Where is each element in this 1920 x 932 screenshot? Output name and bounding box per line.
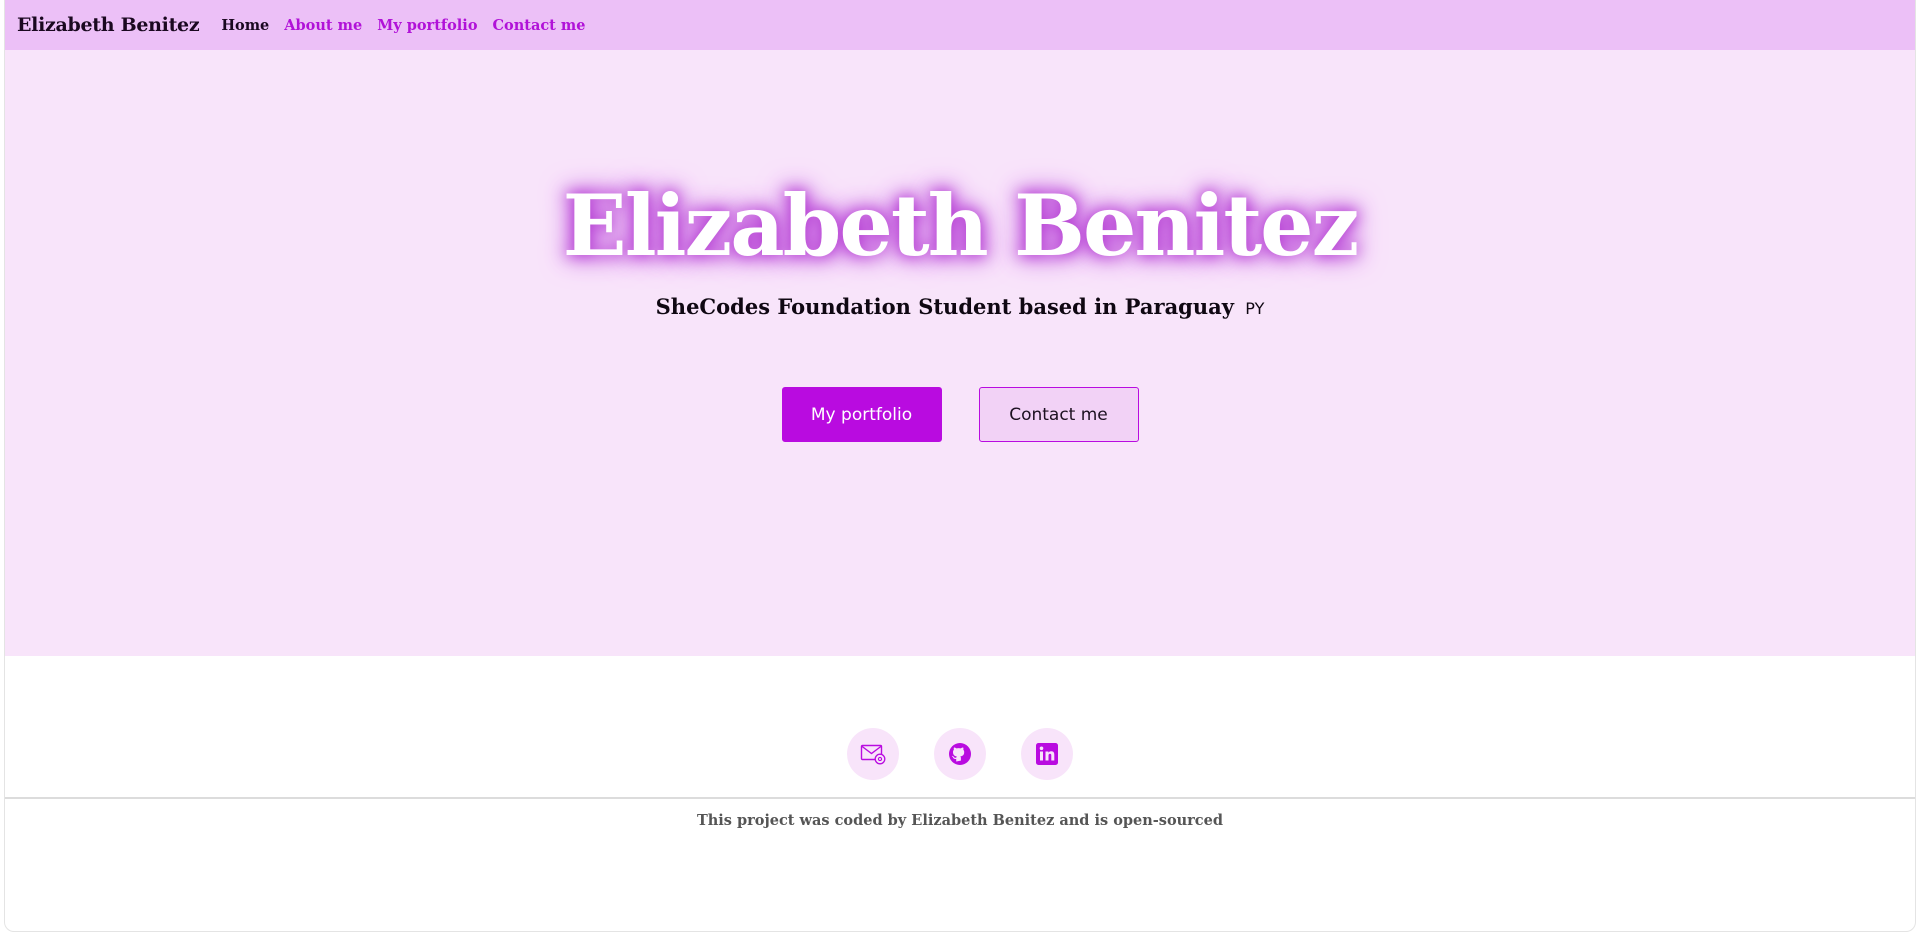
github-link[interactable] — [934, 728, 986, 780]
github-icon — [949, 743, 971, 765]
email-icon — [860, 744, 886, 765]
contact-me-button[interactable]: Contact me — [978, 387, 1139, 442]
hero-buttons: My portfolio Contact me — [5, 387, 1915, 442]
brand-name[interactable]: Elizabeth Benitez — [17, 14, 200, 36]
social-links — [5, 728, 1915, 780]
linkedin-link[interactable] — [1021, 728, 1073, 780]
my-portfolio-button[interactable]: My portfolio — [781, 387, 942, 442]
footer-credit: This project was coded by Elizabeth Beni… — [696, 812, 1224, 829]
nav-link-portfolio[interactable]: My portfolio — [377, 17, 477, 34]
paraguay-flag-icon: PY — [1245, 299, 1265, 318]
hero-subtitle: SheCodes Foundation Student based in Par… — [5, 292, 1915, 324]
page-frame: Elizabeth Benitez Home About me My portf… — [4, 0, 1916, 932]
nav-link-home[interactable]: Home — [221, 17, 269, 34]
hero-title: Elizabeth Benitez — [562, 176, 1360, 275]
nav-link-contact[interactable]: Contact me — [493, 17, 586, 34]
hero-section: Elizabeth Benitez SheCodes Foundation St… — [5, 50, 1915, 656]
hero-subtitle-text: SheCodes Foundation Student based in Par… — [655, 294, 1234, 319]
linkedin-icon — [1036, 743, 1058, 765]
navbar: Elizabeth Benitez Home About me My portf… — [5, 0, 1915, 50]
footer-divider — [5, 797, 1915, 799]
email-link[interactable] — [847, 728, 899, 780]
nav-link-about[interactable]: About me — [284, 17, 362, 34]
